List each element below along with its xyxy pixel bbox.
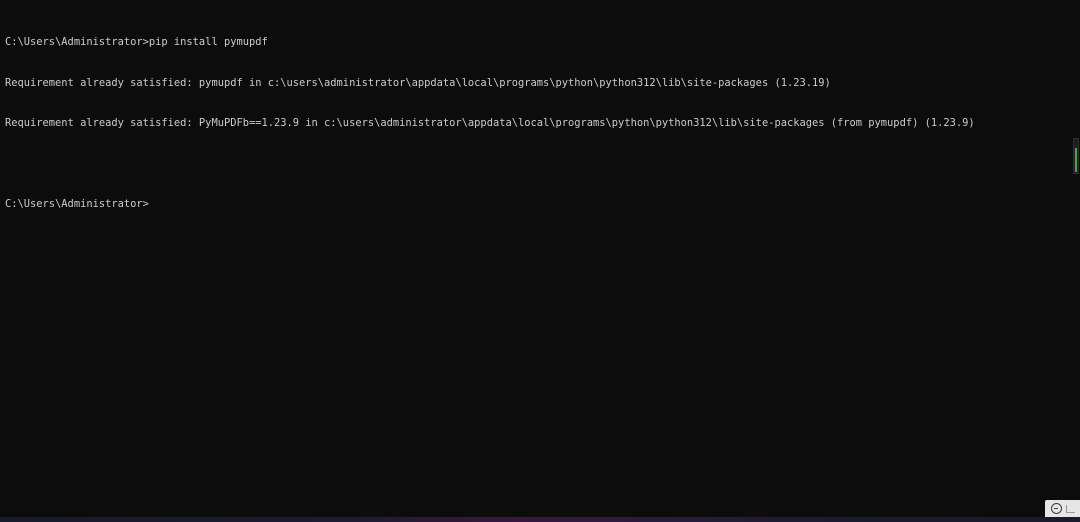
terminal-output: C:\Users\Administrator>pip install pymup… xyxy=(5,9,975,239)
terminal-window[interactable]: C:\Users\Administrator>pip install pymup… xyxy=(0,0,1080,517)
tray-widget[interactable] xyxy=(1045,500,1080,517)
zoom-out-icon[interactable] xyxy=(1051,503,1062,514)
output-line-pymupdf-satisfied: Requirement already satisfied: pymupdf i… xyxy=(5,76,831,89)
taskbar-edge xyxy=(0,517,1080,522)
corner-bracket-icon xyxy=(1066,505,1075,513)
scrollbar[interactable] xyxy=(1073,138,1079,174)
scrollbar-thumb[interactable] xyxy=(1075,148,1077,172)
command-line-pip-install: C:\Users\Administrator>pip install pymup… xyxy=(5,36,268,48)
command-prompt[interactable]: C:\Users\Administrator> xyxy=(5,198,975,212)
output-line-pymupdfb-satisfied: Requirement already satisfied: PyMuPDFb=… xyxy=(5,117,975,129)
